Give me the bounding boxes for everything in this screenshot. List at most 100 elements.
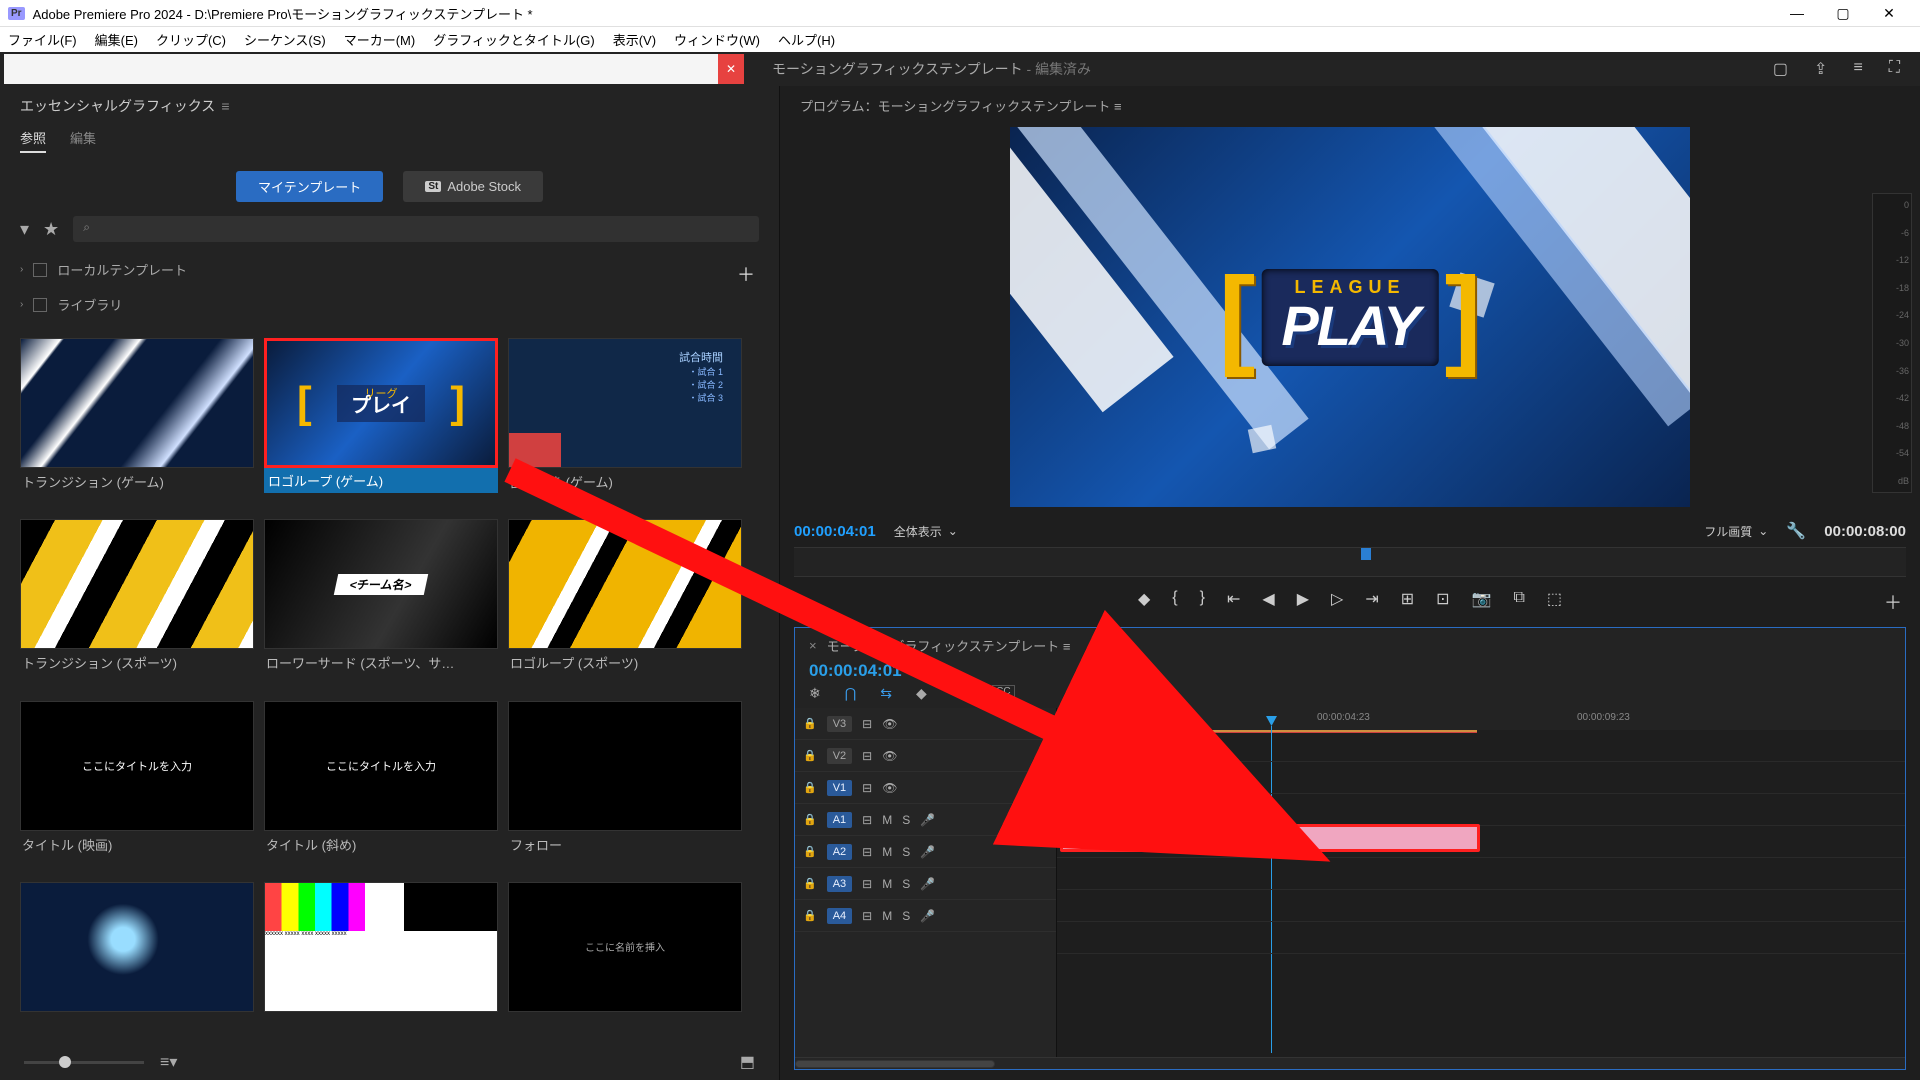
search-input[interactable]: ⌕	[73, 216, 759, 242]
menu-help[interactable]: ヘルプ(H)	[778, 30, 835, 49]
template-thumbnail[interactable]: ここにタイトルを入力タイトル (映画)	[20, 701, 254, 872]
track-header[interactable]: 🔒V2⊟👁	[795, 740, 1056, 772]
add-button[interactable]: ＋	[1884, 589, 1902, 615]
quality-select[interactable]: フル画質 ⌄	[1704, 523, 1768, 540]
fullscreen-icon[interactable]: ⛶	[1889, 59, 1900, 79]
timeline-ruler[interactable]: :00:00 00:00:04:23 00:00:09:23	[1057, 708, 1905, 730]
lock-icon[interactable]: 🔒	[803, 813, 817, 826]
transport-button[interactable]: ⊡	[1436, 589, 1449, 609]
program-time-ruler[interactable]	[794, 547, 1906, 577]
lock-icon[interactable]: 🔒	[803, 717, 817, 730]
eye-icon[interactable]: 👁	[882, 717, 897, 731]
transport-button[interactable]: ⊞	[1401, 589, 1414, 609]
zoom-fit-select[interactable]: 全体表示 ⌄	[894, 523, 958, 540]
layout-icon[interactable]: ▢	[1773, 59, 1788, 79]
close-button[interactable]: ✕	[1866, 1, 1912, 26]
checkbox[interactable]	[33, 263, 47, 277]
track-header[interactable]: 🔒V1⊟👁	[795, 772, 1056, 804]
track-header[interactable]: 🔒V3⊟👁	[795, 708, 1056, 740]
template-thumbnail[interactable]: 試合時間・試合 1 ・試合 2 ・試合 3箇条書き (ゲーム)	[508, 338, 742, 509]
track-target-icon[interactable]: ⊟	[862, 781, 872, 795]
mute-icon[interactable]: M	[882, 909, 892, 923]
transport-button[interactable]: ▶	[1297, 589, 1309, 609]
timeline-area[interactable]: :00:00 00:00:04:23 00:00:09:23 fx ロゴループ …	[1057, 708, 1905, 1057]
track-target-icon[interactable]: ⊟	[862, 845, 872, 859]
wrench-icon[interactable]: 🔧	[951, 685, 968, 702]
program-timecode[interactable]: 00:00:04:01	[794, 523, 876, 540]
menu-window[interactable]: ウィンドウ(W)	[674, 30, 760, 49]
share-icon[interactable]: ⇪	[1814, 59, 1827, 79]
track-header[interactable]: 🔒A3⊟MS🎤	[795, 868, 1056, 900]
track-header[interactable]: 🔒A2⊟MS🎤	[795, 836, 1056, 868]
template-thumbnail[interactable]: トランジション (スポーツ)	[20, 519, 254, 690]
notification-close-button[interactable]: ✕	[718, 54, 744, 84]
template-thumbnail[interactable]: xxxxxx xxxxx xxxx xxxxx xxxxx	[264, 882, 498, 1034]
transport-button[interactable]: ▷	[1331, 589, 1343, 609]
lock-icon[interactable]: 🔒	[803, 877, 817, 890]
transport-button[interactable]: ⇥	[1365, 589, 1378, 609]
track-target-icon[interactable]: ⊟	[862, 909, 872, 923]
lock-icon[interactable]: 🔒	[803, 909, 817, 922]
wrench-icon[interactable]: 🔧	[1786, 521, 1806, 541]
menu-edit[interactable]: 編集(E)	[95, 30, 138, 49]
timeline-timecode[interactable]: 00:00:04:01	[795, 659, 1905, 683]
workspace-menu-icon[interactable]: ≡	[1853, 59, 1862, 79]
eye-icon[interactable]: 👁	[882, 749, 897, 763]
tree-library[interactable]: › ライブラリ	[20, 291, 759, 318]
menu-marker[interactable]: マーカー(M)	[344, 30, 416, 49]
minimize-button[interactable]: —	[1774, 1, 1820, 25]
menu-sequence[interactable]: シーケンス(S)	[244, 30, 326, 49]
track-target-icon[interactable]: ⊟	[862, 749, 872, 763]
template-thumbnail[interactable]: フォロー	[508, 701, 742, 872]
template-thumbnail[interactable]: <チーム名>ローワーサード (スポーツ、サ…	[264, 519, 498, 690]
track-header[interactable]: 🔒A1⊟MS🎤	[795, 804, 1056, 836]
magnet-icon[interactable]: ⋂	[845, 685, 856, 702]
mic-icon[interactable]: 🎤	[920, 909, 935, 923]
cc-icon[interactable]: CC	[992, 685, 1014, 702]
template-thumbnail[interactable]	[20, 882, 254, 1034]
tab-browse[interactable]: 参照	[20, 128, 46, 153]
mute-icon[interactable]: M	[882, 845, 892, 859]
favorite-icon[interactable]: ★	[43, 219, 59, 240]
add-folder-button[interactable]: ＋	[737, 261, 755, 287]
filter-icon[interactable]: ▾	[20, 219, 29, 240]
timeline-clip[interactable]: fx ロゴループ (ゲーム)	[1060, 824, 1480, 852]
menu-view[interactable]: 表示(V)	[613, 30, 656, 49]
track-header[interactable]: 🔒A4⊟MS🎤	[795, 900, 1056, 932]
workspace-tab[interactable]: モーショングラフィックステンプレート - 編集済み	[772, 59, 1091, 79]
my-templates-button[interactable]: マイテンプレート	[236, 171, 383, 202]
template-thumbnail[interactable]: ここに名前を挿入	[508, 882, 742, 1034]
track-target-icon[interactable]: ⊟	[862, 717, 872, 731]
adobe-stock-button[interactable]: StAdobe Stock	[403, 171, 543, 202]
timeline-tab[interactable]: モーショングラフィックステンプレート ≡	[827, 636, 1071, 655]
menu-graphics[interactable]: グラフィックとタイトル(G)	[433, 30, 595, 49]
marker-icon[interactable]: ◆	[916, 685, 927, 702]
snap-icon[interactable]: ❄	[809, 685, 821, 702]
mic-icon[interactable]: 🎤	[920, 877, 935, 891]
template-thumbnail[interactable]: [リーグプレイ]ロゴループ (ゲーム)	[264, 338, 498, 509]
mic-icon[interactable]: 🎤	[920, 845, 935, 859]
transport-button[interactable]: ◆	[1138, 589, 1150, 609]
transport-button[interactable]: ◀	[1262, 589, 1274, 609]
mute-icon[interactable]: M	[882, 813, 892, 827]
solo-icon[interactable]: S	[902, 877, 910, 891]
transport-button[interactable]: }	[1200, 589, 1205, 609]
template-thumbnail[interactable]: ロゴループ (スポーツ)	[508, 519, 742, 690]
checkbox[interactable]	[33, 298, 47, 312]
transport-button[interactable]: {	[1172, 589, 1177, 609]
mute-icon[interactable]: M	[882, 877, 892, 891]
mic-icon[interactable]: 🎤	[920, 813, 935, 827]
transport-button[interactable]: ⧉	[1513, 589, 1524, 609]
transport-button[interactable]: ⇤	[1227, 589, 1240, 609]
linked-selection-icon[interactable]: ⇆	[880, 685, 892, 702]
track-target-icon[interactable]: ⊟	[862, 813, 872, 827]
thumbnail-size-slider[interactable]: ≡▾ ⬒	[0, 1044, 779, 1080]
lock-icon[interactable]: 🔒	[803, 749, 817, 762]
tab-edit[interactable]: 編集	[70, 128, 96, 153]
menu-file[interactable]: ファイル(F)	[8, 30, 77, 49]
template-thumbnail[interactable]: ここにタイトルを入力タイトル (斜め)	[264, 701, 498, 872]
template-thumbnail[interactable]: トランジション (ゲーム)	[20, 338, 254, 509]
timeline-close-icon[interactable]: ×	[809, 638, 817, 653]
transport-button[interactable]: 📷	[1472, 589, 1492, 609]
lock-icon[interactable]: 🔒	[803, 845, 817, 858]
